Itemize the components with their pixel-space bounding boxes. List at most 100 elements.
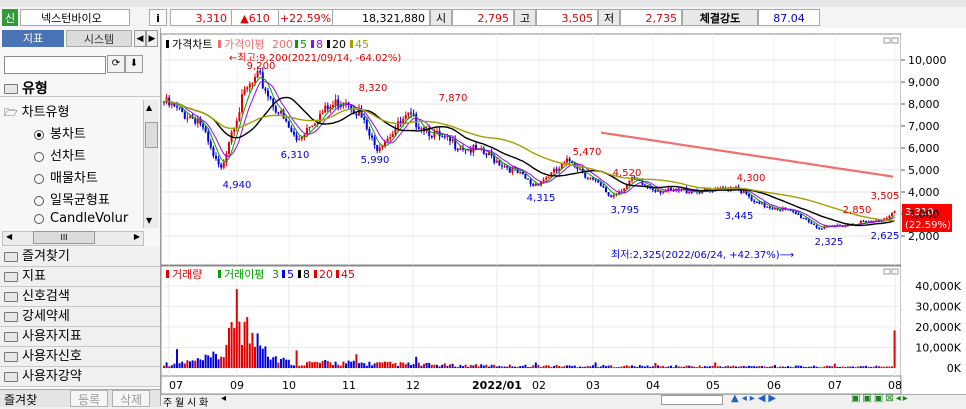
- volume-tick-label: 40,000K: [915, 280, 961, 293]
- chart-type-line[interactable]: 선차트: [34, 145, 86, 164]
- period-tab-month[interactable]: 월: [175, 394, 184, 409]
- register-button[interactable]: 등록: [70, 390, 108, 407]
- volume-bar: [657, 365, 659, 368]
- tree-vertical-scrollbar[interactable]: ▲ ▼: [143, 100, 158, 228]
- category-label: 사용자신호: [22, 349, 82, 364]
- tab-scroll-right-icon[interactable]: ▶: [146, 30, 158, 47]
- price-change-pct: +22.59%: [278, 9, 333, 26]
- volume-bar: [209, 357, 212, 368]
- volume-bar: [410, 365, 412, 368]
- chart-type-label: 봉차트: [50, 127, 86, 142]
- scroll-left-icon[interactable]: ◂: [221, 393, 226, 404]
- candle-body: [365, 119, 368, 129]
- tab-favorites[interactable]: 즐겨찾: [4, 391, 37, 408]
- volume-bar: [212, 351, 215, 368]
- volume-bar: [363, 363, 366, 368]
- volume-bar: [503, 366, 506, 368]
- volume-bar: [735, 366, 737, 368]
- tab-indicators[interactable]: 지표: [2, 30, 64, 47]
- volume-bar: [373, 363, 376, 368]
- period-tab-week[interactable]: 주: [163, 394, 172, 409]
- delete-button[interactable]: 삭제: [112, 390, 150, 407]
- volume-bar: [368, 361, 371, 368]
- volume-bar: [563, 366, 566, 368]
- tab-system[interactable]: 시스템: [66, 30, 132, 47]
- volume-bar: [573, 365, 576, 368]
- tree-root-chart-type[interactable]: 🗁 차트유형: [4, 101, 69, 123]
- volume-bar: [797, 365, 800, 368]
- volume-bar: [599, 366, 602, 368]
- candle-body: [256, 71, 259, 78]
- scroll-left-icon[interactable]: ◀: [6, 232, 12, 241]
- price-tick-label: 8,000: [908, 98, 940, 111]
- volume-bar: [649, 366, 652, 368]
- candle-body: [792, 210, 795, 213]
- x-tick-label: 05: [706, 379, 720, 392]
- chart-type-volume-profile[interactable]: 매물차트: [34, 167, 98, 186]
- nav-arrows-icon[interactable]: ▲◂▸◀▶: [731, 393, 779, 404]
- chart-area[interactable]: 가격차트 가격이평 200 5 8 20 45 거래량 거래이평 3 5 8 2…: [160, 28, 966, 409]
- price-point-label: 8,320: [359, 83, 388, 94]
- chart-type-candlevolume[interactable]: CandleVolur: [34, 211, 128, 226]
- volume-bar: [173, 363, 176, 368]
- category-indicators[interactable]: 지표: [0, 267, 160, 287]
- volume-bar: [724, 366, 727, 368]
- chart-type-candle[interactable]: 봉차트: [34, 123, 86, 142]
- candle-body: [498, 160, 501, 166]
- volume-bar: [215, 354, 217, 368]
- scroll-up-icon[interactable]: ▲: [146, 103, 152, 112]
- category-user-indicators[interactable]: 사용자지표: [0, 327, 160, 347]
- zoom-slider[interactable]: [661, 395, 723, 405]
- candle-body: [545, 177, 548, 180]
- candle-body: [800, 214, 802, 218]
- volume-bar: [672, 367, 675, 368]
- tree-horizontal-scrollbar[interactable]: ◀ III ▶: [2, 231, 144, 246]
- volume-bar: [875, 365, 878, 368]
- volume-bar: [683, 366, 685, 368]
- legend-vma8: 8: [303, 268, 310, 281]
- tab-scroll-left-icon[interactable]: ◀: [134, 30, 146, 47]
- refresh-icon[interactable]: ⟳: [107, 55, 125, 73]
- volume-bar: [378, 362, 381, 368]
- tool-icons[interactable]: ▣▣▣⊠◂▸: [851, 393, 910, 404]
- category-favorites[interactable]: 즐겨찾기: [0, 247, 160, 267]
- folder-icon: [4, 311, 18, 322]
- volume-bar: [433, 364, 436, 368]
- volume-bar: [342, 361, 345, 368]
- info-button[interactable]: i: [149, 9, 167, 26]
- volume-bar: [311, 362, 314, 368]
- category-signal-search[interactable]: 신호검색: [0, 287, 160, 307]
- candle-body: [373, 137, 376, 146]
- volume-bar: [326, 360, 329, 368]
- scrollbar-thumb[interactable]: [145, 122, 158, 148]
- volume-bar: [313, 361, 316, 368]
- volume-bar: [334, 361, 337, 368]
- stock-name-field[interactable]: 넥스턴바이오: [20, 9, 130, 26]
- candle-body: [813, 223, 815, 225]
- volume-bar: [537, 364, 540, 368]
- volume-bar: [477, 366, 480, 368]
- volume-bar: [480, 364, 483, 368]
- period-tab-tick[interactable]: 화: [199, 394, 208, 409]
- category-user-strength[interactable]: 사용자강약: [0, 367, 160, 387]
- hscroll-thumb[interactable]: III: [33, 231, 95, 244]
- category-user-signals[interactable]: 사용자신호: [0, 347, 160, 367]
- scroll-down-icon[interactable]: ▼: [146, 216, 152, 225]
- scroll-right-icon[interactable]: ▶: [134, 232, 140, 241]
- candle-body: [186, 118, 189, 120]
- download-icon[interactable]: ⬇: [125, 55, 143, 73]
- period-tab-minute[interactable]: 시: [187, 394, 196, 409]
- volume-bar: [519, 366, 522, 368]
- volume-bar: [267, 356, 269, 368]
- volume-bar: [475, 364, 477, 368]
- stock-info-bar: 신 넥스턴바이오 i 3,310 ▲610 +22.59% 18,321,880…: [0, 7, 966, 29]
- radio-icon: [34, 151, 44, 162]
- category-strength[interactable]: 강세약세: [0, 307, 160, 327]
- candle-body: [657, 190, 659, 192]
- search-input[interactable]: [4, 56, 106, 74]
- volume-bar: [677, 366, 680, 368]
- candle-body: [176, 106, 178, 108]
- volume-bar: [644, 366, 646, 368]
- chart-type-ichimoku[interactable]: 일목균형표: [34, 189, 110, 208]
- volume-bar: [264, 346, 267, 368]
